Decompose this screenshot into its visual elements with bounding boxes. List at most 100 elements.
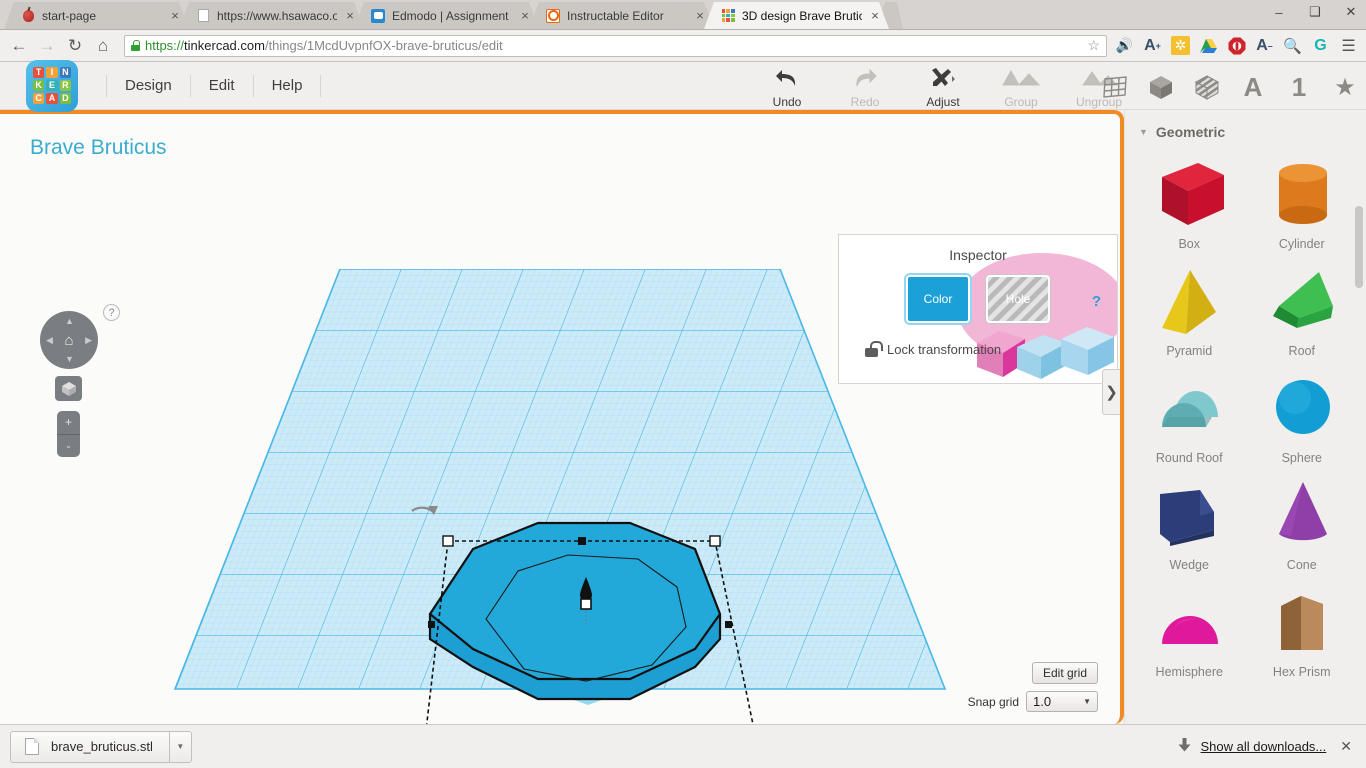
inspector-swatches: Color Hole [839, 275, 1117, 323]
lock-transformation-row[interactable]: Lock transformation [865, 341, 1117, 357]
shape-item-cone[interactable]: Cone [1246, 473, 1359, 572]
logo-tile: D [59, 93, 71, 105]
undo-button[interactable]: Undo [748, 66, 826, 109]
grammarly-icon[interactable]: G [1311, 36, 1330, 55]
hole-swatch-button[interactable]: Hole [986, 275, 1050, 323]
tinkercad-logo[interactable]: T I N K E R C A D [26, 59, 78, 112]
inspector-title: Inspector [949, 247, 1007, 263]
snap-grid-row: Snap grid 1.0 ▼ [968, 691, 1098, 712]
shape-label: Hemisphere [1155, 665, 1223, 679]
download-item[interactable]: brave_bruticus.stl ▼ [10, 730, 192, 763]
tab-close-icon[interactable]: × [693, 9, 707, 23]
search-icon[interactable]: 🔍 [1283, 36, 1302, 55]
snap-grid-select[interactable]: 1.0 ▼ [1026, 691, 1098, 712]
shapes-grid: Box Cylinder Pyramid Roof Round Roof Sph… [1125, 148, 1366, 683]
adblock-icon[interactable] [1227, 36, 1246, 55]
browser-tab[interactable]: Instructable Editor × [529, 2, 714, 29]
zoom-out-text-icon[interactable]: A – [1255, 36, 1274, 55]
inspector-help-icon[interactable]: ? [1092, 293, 1101, 310]
shape-label: Cone [1286, 558, 1317, 572]
shape-item-roof[interactable]: Roof [1246, 259, 1359, 358]
edit-grid-button[interactable]: Edit grid [1031, 662, 1098, 684]
letters-icon[interactable]: A [1238, 72, 1268, 102]
window-controls: – ❑ ✕ [1268, 4, 1362, 20]
hole-cube-icon[interactable] [1192, 72, 1222, 102]
group-label: Group [1004, 95, 1038, 109]
group-button[interactable]: Group [982, 66, 1060, 109]
shape-label: Round Roof [1155, 451, 1223, 465]
help-badge[interactable]: ? [103, 304, 120, 321]
shape-item-cylinder[interactable]: Cylinder [1246, 152, 1359, 251]
nav-up-arrow-icon[interactable]: ▲ [65, 316, 74, 326]
grid-icon[interactable] [1100, 72, 1130, 102]
selected-3d-object[interactable] [390, 499, 800, 724]
maximize-button[interactable]: ❑ [1304, 4, 1326, 20]
view-navigation-pad[interactable]: ⌂ ▲ ▼ ◀ ▶ [40, 311, 98, 369]
browser-tab[interactable]: https://www.hsawaco.org × [179, 2, 364, 29]
shape-item-wedge[interactable]: Wedge [1133, 473, 1246, 572]
panel-collapse-toggle[interactable]: ❯ [1102, 369, 1120, 415]
menu-edit[interactable]: Edit [191, 74, 254, 97]
numbers-icon[interactable]: 1 [1284, 72, 1314, 102]
zoom-out-button[interactable]: - [57, 435, 80, 458]
download-bar-actions: Show all downloads... ✕ [1178, 738, 1356, 755]
grid-controls: Edit grid Snap grid 1.0 ▼ [968, 662, 1098, 712]
shape-item-pyramid[interactable]: Pyramid [1133, 259, 1246, 358]
redo-button[interactable]: Redo [826, 66, 904, 109]
address-bar[interactable]: https://tinkercad.com/things/1McdUvpnfOX… [124, 34, 1107, 57]
tinkercad-toolbar: Undo Redo Adjust Group Ungroup [748, 66, 1138, 109]
color-swatch-button[interactable]: Color [906, 275, 970, 323]
design-canvas[interactable]: Brave Bruticus Workplane [0, 110, 1124, 724]
reload-icon[interactable]: ↻ [62, 33, 88, 59]
bookmark-star-icon[interactable]: ☆ [1087, 37, 1100, 54]
logo-tile: R [59, 79, 71, 92]
window-close-button[interactable]: ✕ [1340, 4, 1362, 20]
document-icon [195, 8, 211, 24]
download-bar: brave_bruticus.stl ▼ Show all downloads.… [0, 724, 1366, 768]
adjust-button[interactable]: Adjust [904, 66, 982, 109]
home-view-icon[interactable]: ⌂ [64, 332, 73, 349]
browser-tab[interactable]: Edmodo | Assignment × [354, 2, 539, 29]
shape-item-hemisphere[interactable]: Hemisphere [1133, 580, 1246, 679]
nav-left-arrow-icon[interactable]: ◀ [46, 335, 53, 346]
back-icon[interactable]: ← [6, 33, 32, 59]
symbols-icon[interactable]: ★ [1330, 72, 1360, 102]
menu-help[interactable]: Help [254, 74, 322, 97]
cone-icon [1261, 473, 1343, 557]
show-all-downloads-link[interactable]: Show all downloads... [1201, 739, 1327, 754]
browser-tab-active[interactable]: 3D design Brave Bruticus × [704, 2, 889, 29]
shape-item-sphere[interactable]: Sphere [1246, 366, 1359, 465]
tab-close-icon[interactable]: × [868, 9, 882, 23]
home-icon[interactable]: ⌂ [90, 33, 116, 59]
speaker-icon[interactable]: 🔊 [1115, 36, 1134, 55]
browser-menu-icon[interactable]: ☰ [1339, 36, 1358, 55]
tinkercad-menubar: Design Edit Help [106, 69, 322, 103]
nav-right-arrow-icon[interactable]: ▶ [85, 335, 92, 346]
zoom-in-button[interactable]: + [57, 411, 80, 435]
zoom-in-text-icon[interactable]: A + [1143, 36, 1162, 55]
minimize-button[interactable]: – [1268, 5, 1290, 20]
fit-view-cube-button[interactable] [55, 376, 82, 401]
snowflake-icon[interactable]: ✲ [1171, 36, 1190, 55]
nav-down-arrow-icon[interactable]: ▼ [65, 354, 74, 364]
forward-icon[interactable]: → [34, 33, 60, 59]
group-icon [982, 66, 1060, 92]
tab-close-icon[interactable]: × [343, 9, 357, 23]
url-text: https://tinkercad.com/things/1McdUvpnfOX… [145, 38, 1083, 53]
hex-prism-icon [1261, 580, 1343, 664]
download-bar-close-icon[interactable]: ✕ [1336, 738, 1356, 755]
shapes-panel-scrollbar[interactable] [1355, 206, 1363, 288]
tab-close-icon[interactable]: × [518, 9, 532, 23]
cube-icon[interactable] [1146, 72, 1176, 102]
shape-item-box[interactable]: Box [1133, 152, 1246, 251]
browser-tab[interactable]: start-page × [4, 2, 189, 29]
google-drive-icon[interactable] [1199, 36, 1218, 55]
shape-item-round-roof[interactable]: Round Roof [1133, 366, 1246, 465]
shape-item-hex-prism[interactable]: Hex Prism [1246, 580, 1359, 679]
zoom-controls[interactable]: + - [57, 411, 80, 457]
redo-label: Redo [850, 95, 880, 109]
download-item-menu-icon[interactable]: ▼ [168, 730, 191, 763]
menu-design[interactable]: Design [106, 74, 191, 97]
shapes-section-header[interactable]: ▼ Geometric [1125, 110, 1366, 148]
tab-close-icon[interactable]: × [168, 9, 182, 23]
